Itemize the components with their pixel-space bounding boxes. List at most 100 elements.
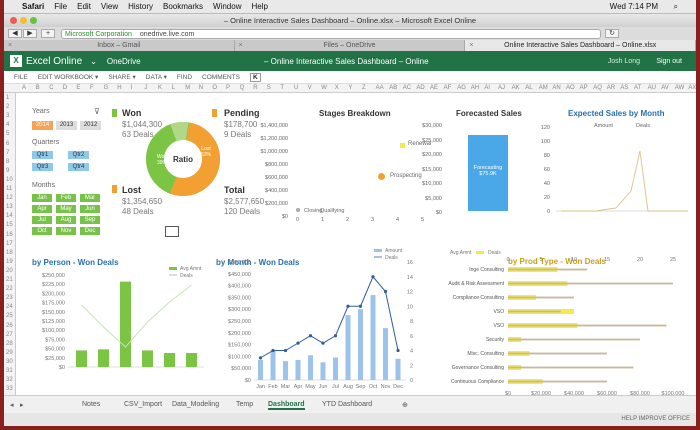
col-header-V[interactable]: V (308, 85, 312, 91)
ribbon-data[interactable]: DATA ▾ (146, 73, 167, 81)
col-header-J[interactable]: J (144, 85, 147, 91)
tab-dashboard[interactable]: × Online Interactive Sales Dashboard – On… (465, 40, 696, 51)
prod-deals-bar[interactable] (508, 310, 561, 313)
menu-bookmarks[interactable]: Bookmarks (163, 2, 203, 11)
month-bar[interactable] (333, 357, 338, 380)
slicer-month-jul[interactable]: Jul (32, 216, 52, 224)
close-tab-icon[interactable]: × (239, 40, 243, 51)
col-header-D[interactable]: D (63, 85, 67, 91)
tab-scroll-right-icon[interactable]: ▸ (20, 401, 24, 409)
col-header-X[interactable]: X (335, 85, 339, 91)
prod-deals-bar[interactable] (508, 296, 574, 299)
month-bar[interactable] (358, 309, 363, 380)
month-bar[interactable] (345, 315, 351, 380)
col-header-AM[interactable]: AM (539, 85, 548, 91)
col-header-AP[interactable]: AP (580, 85, 588, 91)
col-header-AN[interactable]: AN (552, 85, 560, 91)
tab-scroll-left-icon[interactable]: ◂ (10, 401, 14, 409)
ribbon-share[interactable]: SHARE ▾ (108, 73, 135, 81)
person-bar[interactable] (120, 281, 131, 367)
col-header-N[interactable]: N (199, 85, 203, 91)
col-header-B[interactable]: B (36, 85, 40, 91)
back-icon[interactable]: ◀ (8, 29, 22, 38)
col-header-AL[interactable]: AL (525, 85, 532, 91)
row-header-15[interactable]: 15 (6, 222, 13, 228)
spotlight-icon[interactable]: ⌕ (674, 2, 678, 12)
col-header-I[interactable]: I (131, 85, 133, 91)
row-header-12[interactable]: 12 (6, 195, 13, 201)
row-header-3[interactable]: 3 (6, 113, 9, 119)
sign-out-link[interactable]: Sign out (656, 58, 682, 65)
month-bar[interactable] (320, 362, 326, 380)
col-header-S[interactable]: S (267, 85, 271, 91)
close-tab-icon[interactable]: × (469, 40, 473, 51)
row-header-13[interactable]: 13 (6, 204, 13, 210)
month-bar[interactable] (308, 355, 313, 380)
col-header-W[interactable]: W (321, 85, 327, 91)
app-menu-chevron-icon[interactable]: ⌄ (90, 57, 97, 66)
row-header-10[interactable]: 10 (6, 177, 13, 183)
menu-history[interactable]: History (128, 2, 153, 11)
col-header-AD[interactable]: AD (416, 85, 424, 91)
new-tab-icon[interactable]: + (41, 29, 55, 38)
slicer-month-dec[interactable]: Dec (80, 227, 100, 235)
col-header-AU[interactable]: AU (648, 85, 656, 91)
col-header-R[interactable]: R (253, 85, 257, 91)
row-header-26[interactable]: 26 (6, 323, 13, 329)
col-header-AX[interactable]: AX (688, 85, 696, 91)
col-header-H[interactable]: H (117, 85, 121, 91)
prod-deals-bar[interactable] (508, 324, 667, 327)
col-header-P[interactable]: P (226, 85, 230, 91)
col-header-AR[interactable]: AR (607, 85, 615, 91)
slicer-month-feb[interactable]: Feb (56, 194, 76, 202)
slicer-qtr3[interactable]: Qtr3 (32, 163, 53, 171)
row-header-8[interactable]: 8 (6, 159, 9, 165)
row-header-23[interactable]: 23 (6, 295, 13, 301)
row-header-16[interactable]: 16 (6, 232, 13, 238)
person-bar[interactable] (98, 349, 109, 367)
row-header-25[interactable]: 25 (6, 313, 13, 319)
person-bar[interactable] (164, 353, 175, 367)
col-header-AK[interactable]: AK (512, 85, 520, 91)
col-header-F[interactable]: F (90, 85, 94, 91)
menu-window[interactable]: Window (213, 2, 241, 11)
col-header-Z[interactable]: Z (362, 85, 366, 91)
col-header-AQ[interactable]: AQ (593, 85, 602, 91)
col-header-AW[interactable]: AW (675, 85, 684, 91)
help-improve-link[interactable]: HELP IMPROVE OFFICE (621, 416, 690, 422)
month-bar[interactable] (370, 295, 376, 380)
col-header-K[interactable]: K (158, 85, 162, 91)
col-header-E[interactable]: E (76, 85, 80, 91)
row-header-14[interactable]: 14 (6, 213, 13, 219)
col-header-C[interactable]: C (49, 85, 53, 91)
sheet-tab-temp[interactable]: Temp (236, 401, 253, 408)
slicer-month-apr[interactable]: Apr (32, 205, 52, 213)
sheet-tab-csv-import[interactable]: CSV_Import (124, 401, 162, 408)
row-header-2[interactable]: 2 (6, 104, 9, 110)
row-header-27[interactable]: 27 (6, 332, 13, 338)
col-header-M[interactable]: M (185, 85, 190, 91)
slicer-qtr4[interactable]: Qtr4 (68, 163, 89, 171)
zoom-window-icon[interactable] (30, 17, 37, 24)
prospecting-point[interactable] (378, 173, 385, 180)
slicer-qtr2[interactable]: Qtr2 (68, 151, 89, 159)
selected-cell[interactable] (165, 226, 179, 237)
col-header-A[interactable]: A (22, 85, 26, 91)
col-header-Y[interactable]: Y (348, 85, 352, 91)
col-header-U[interactable]: U (294, 85, 298, 91)
col-header-O[interactable]: O (212, 85, 217, 91)
month-deals-line[interactable] (260, 275, 399, 359)
app-name[interactable]: Excel Online (26, 56, 82, 67)
row-header-21[interactable]: 21 (6, 277, 13, 283)
month-bar[interactable] (270, 350, 276, 381)
prod-deals-bar[interactable] (508, 338, 640, 341)
col-header-AO[interactable]: AO (566, 85, 575, 91)
row-header-5[interactable]: 5 (6, 131, 9, 137)
minimize-window-icon[interactable] (20, 17, 27, 24)
slicer-year-2012[interactable]: 2012 (80, 121, 101, 130)
col-header-AF[interactable]: AF (444, 85, 452, 91)
row-header-9[interactable]: 9 (6, 168, 9, 174)
col-header-AB[interactable]: AB (389, 85, 397, 91)
person-bar[interactable] (76, 350, 87, 367)
col-header-L[interactable]: L (172, 85, 175, 91)
